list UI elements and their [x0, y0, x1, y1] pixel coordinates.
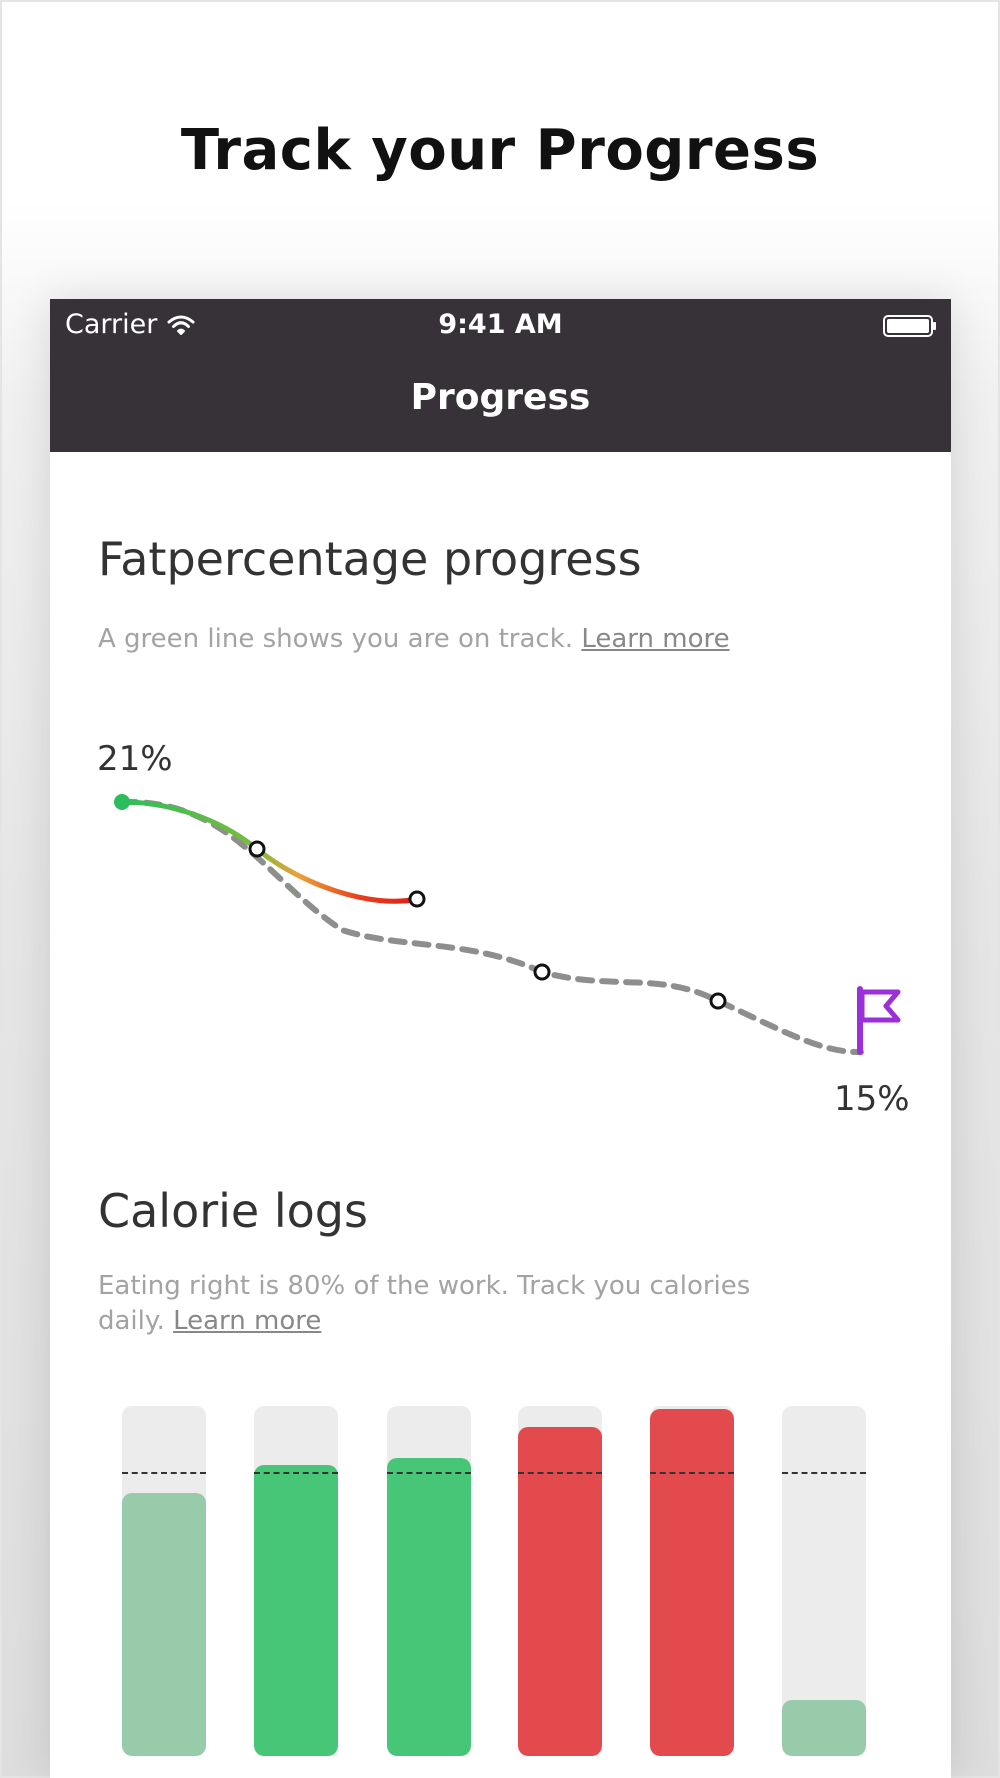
calorie-bar[interactable] — [782, 1406, 866, 1756]
flag-icon — [857, 986, 901, 1055]
calorie-target-line — [650, 1472, 734, 1474]
calorie-bar[interactable] — [650, 1406, 734, 1756]
calorie-bar[interactable] — [122, 1406, 206, 1756]
calorie-section-description: Eating right is 80% of the work. Track y… — [98, 1269, 798, 1339]
calorie-bar-fill — [387, 1458, 471, 1756]
calorie-bar[interactable] — [254, 1406, 338, 1756]
goal-path-point[interactable] — [709, 992, 727, 1010]
start-point — [114, 794, 130, 810]
calorie-learn-more-link[interactable]: Learn more — [173, 1306, 321, 1336]
calorie-target-line — [782, 1472, 866, 1474]
fat-progress-chart — [114, 794, 901, 1056]
progress-point[interactable] — [408, 890, 426, 908]
calorie-bar[interactable] — [518, 1406, 602, 1756]
calorie-bar-fill — [650, 1409, 734, 1756]
phone-screen: Carrier 9:41 AM Progress Fatpercentage p… — [50, 299, 951, 1778]
calorie-bar-fill — [122, 1493, 206, 1756]
calorie-bar-fill — [254, 1465, 338, 1756]
calorie-bar-fill — [782, 1700, 866, 1756]
progress-point[interactable] — [248, 840, 266, 858]
calorie-target-line — [254, 1472, 338, 1474]
actual-progress-line — [119, 799, 420, 904]
calorie-target-line — [122, 1472, 206, 1474]
calorie-section-title: Calorie logs — [98, 1184, 368, 1238]
calorie-target-line — [387, 1472, 471, 1474]
calorie-target-line — [518, 1472, 602, 1474]
calorie-bar-fill — [518, 1427, 602, 1756]
promo-headline: Track your Progress — [180, 118, 820, 183]
goal-path-line — [119, 798, 864, 1056]
goal-path-point[interactable] — [533, 963, 551, 981]
calorie-bar[interactable] — [387, 1406, 471, 1756]
